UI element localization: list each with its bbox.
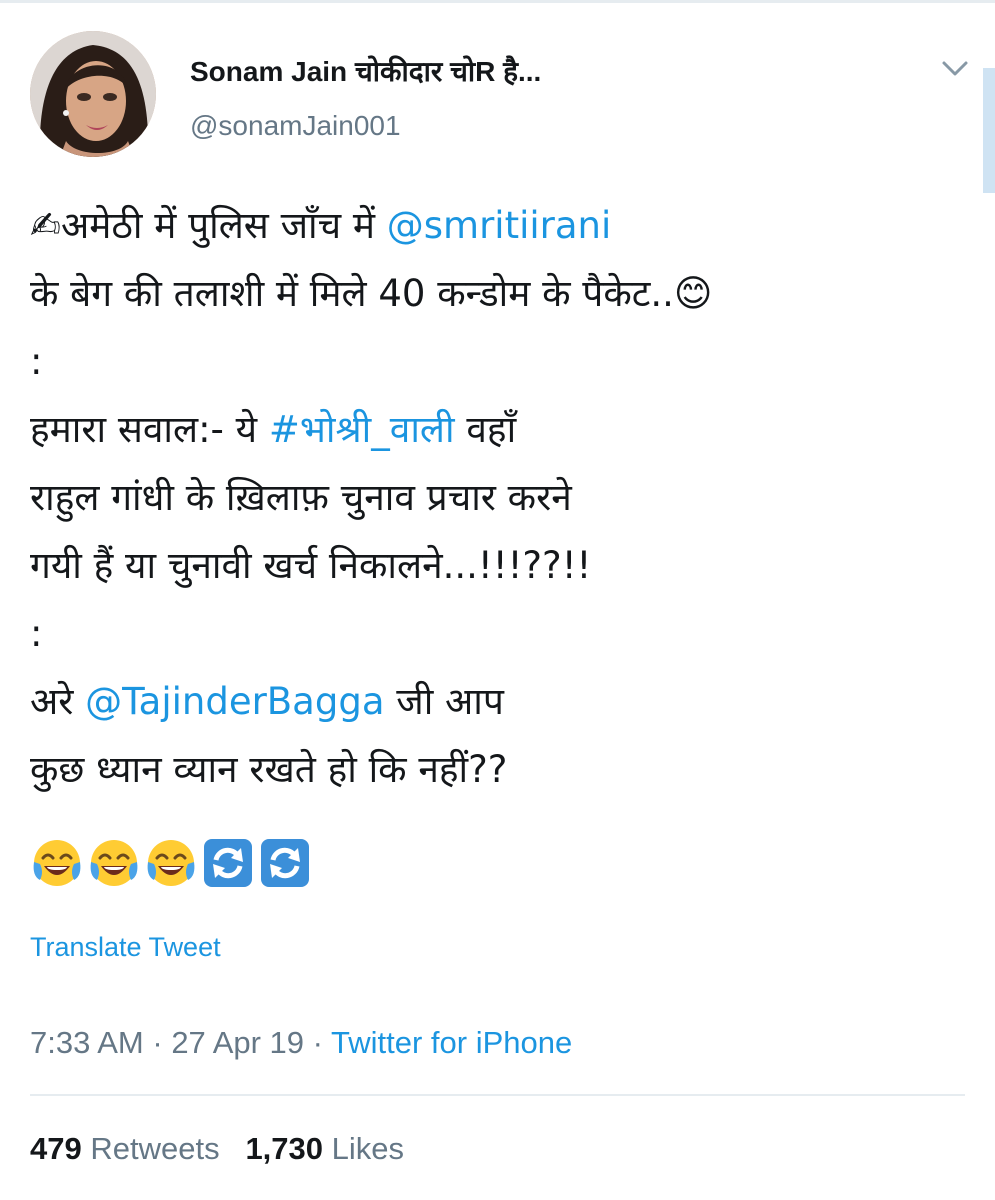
tweet-text-segment: : <box>30 612 43 655</box>
mention-link[interactable]: @TajinderBagga <box>85 680 384 723</box>
tweet-line: हमारा सवाल:- ये #भोश्री_वाली वहाँ <box>30 396 970 464</box>
tweet-text-segment: कुछ ध्यान व्यान रखते हो कि नहीं?? <box>30 748 508 791</box>
display-name[interactable]: Sonam Jain चोकीदार चोR है... <box>190 52 541 90</box>
tweet-date: 27 Apr 19 <box>171 1025 305 1060</box>
tweet-line: ✍अमेठी में पुलिस जाँच में @smritiirani <box>30 192 970 260</box>
separator: · <box>143 1025 172 1060</box>
tweet-text-segment: हमारा सवाल:- ये <box>30 408 269 451</box>
retweets-count: 479 <box>30 1131 82 1166</box>
hashtag-link[interactable]: #भोश्री_वाली <box>269 408 455 451</box>
top-divider <box>0 0 995 3</box>
separator: · <box>304 1025 332 1060</box>
tweet-line: के बेग की तलाशी में मिले 40 कन्डोम के पै… <box>30 260 970 328</box>
face-with-tears-of-joy-icon <box>147 840 195 886</box>
face-with-tears-of-joy-icon <box>33 840 81 886</box>
translate-tweet-link[interactable]: Translate Tweet <box>30 932 221 963</box>
tweet-text: ✍अमेठी में पुलिस जाँच में @smritiirani क… <box>30 192 970 804</box>
tweet-line: गयी हैं या चुनावी खर्च निकालने...!!!??!! <box>30 532 970 600</box>
tweet-text-segment: जी आप <box>384 680 504 723</box>
tweet-text-segment: ✍अमेठी में पुलिस जाँच में <box>30 204 387 247</box>
tweet-time: 7:33 AM <box>30 1025 144 1060</box>
tweet-line: कुछ ध्यान व्यान रखते हो कि नहीं?? <box>30 736 970 804</box>
avatar[interactable] <box>30 31 156 157</box>
divider <box>30 1094 965 1096</box>
tweet-text-segment: के बेग की तलाशी में मिले 40 कन्डोम के पै… <box>30 272 713 315</box>
scrollbar[interactable] <box>983 68 995 193</box>
likes-label: Likes <box>331 1131 405 1166</box>
likes-stat[interactable]: 1,730 Likes <box>245 1131 404 1166</box>
tweet-source-link[interactable]: Twitter for iPhone <box>331 1025 572 1060</box>
tweet-line: राहुल गांधी के ख़िलाफ़ चुनाव प्रचार करने <box>30 464 970 532</box>
tweet-line: अरे @TajinderBagga जी आप <box>30 668 970 736</box>
tweet-text-segment: राहुल गांधी के ख़िलाफ़ चुनाव प्रचार करने <box>30 476 572 519</box>
tweet-text-segment: गयी हैं या चुनावी खर्च निकालने...!!!??!! <box>30 544 592 587</box>
chevron-down-icon[interactable] <box>938 58 972 80</box>
retweets-stat[interactable]: 479 Retweets <box>30 1131 220 1166</box>
likes-count: 1,730 <box>245 1131 324 1166</box>
tweet-text-segment: वहाँ <box>454 408 517 451</box>
emoji-row <box>30 836 312 896</box>
tweet-line: : <box>30 600 970 668</box>
tweet-line: : <box>30 328 970 396</box>
tweet-text-segment: अरे <box>30 680 86 723</box>
counterclockwise-arrows-icon <box>261 839 309 887</box>
face-with-tears-of-joy-icon <box>90 840 138 886</box>
mention-link[interactable]: @smritiirani <box>387 204 612 247</box>
user-handle[interactable]: @sonamJain001 <box>190 110 401 142</box>
tweet-text-segment: : <box>30 340 43 383</box>
tweet-metadata: 7:33 AM · 27 Apr 19 · Twitter for iPhone <box>30 1025 572 1061</box>
retweets-label: Retweets <box>90 1131 220 1166</box>
tweet-stats: 479 Retweets 1,730 Likes <box>30 1131 404 1167</box>
counterclockwise-arrows-icon <box>204 839 252 887</box>
